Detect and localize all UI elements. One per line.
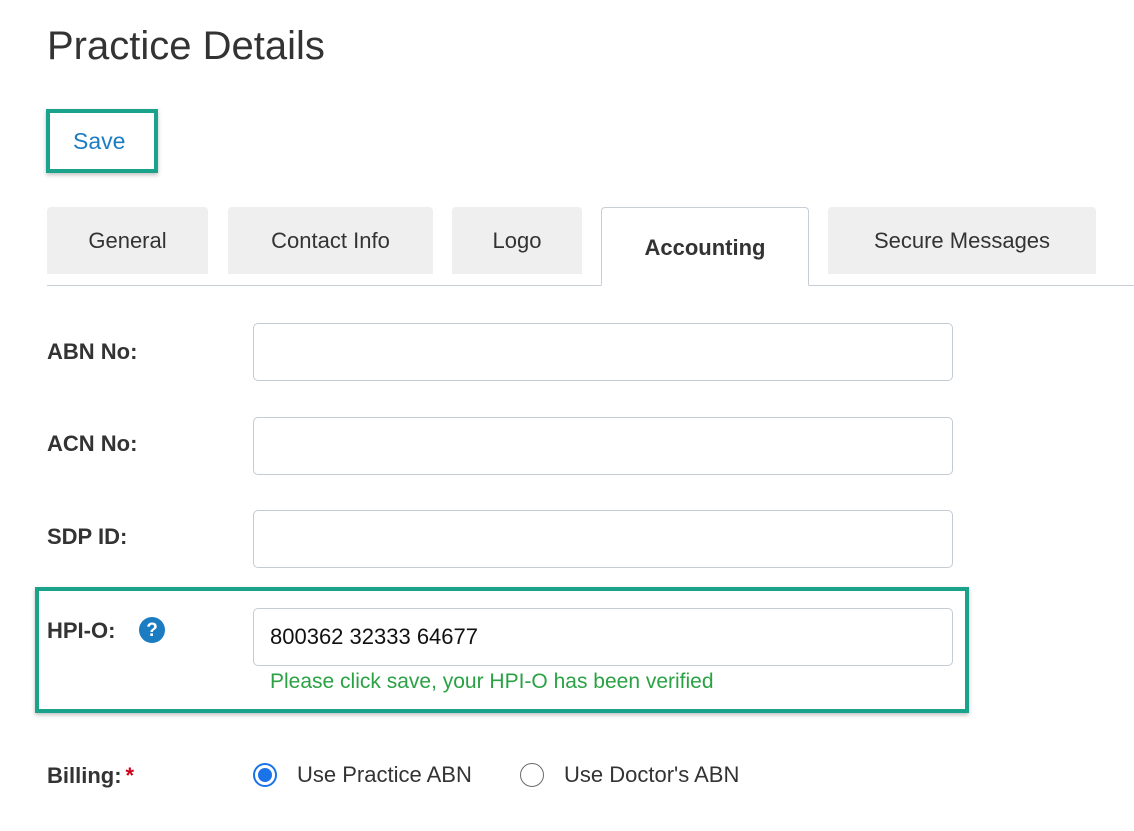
radio-label-practice-abn: Use Practice ABN xyxy=(297,762,472,787)
abn-input[interactable] xyxy=(253,323,953,381)
practice-details-page: Practice Details Save General Contact In… xyxy=(0,0,1134,831)
tab-general[interactable]: General xyxy=(47,207,208,274)
hpio-input[interactable] xyxy=(253,608,953,666)
hpio-label: HPI-O: xyxy=(47,618,116,643)
radio-checked-icon[interactable] xyxy=(253,763,277,787)
required-marker: * xyxy=(125,763,135,788)
tab-bar-divider xyxy=(47,285,1134,286)
acn-label: ACN No: xyxy=(47,431,138,456)
tab-secure-messages[interactable]: Secure Messages xyxy=(828,207,1096,274)
page-title: Practice Details xyxy=(47,24,325,68)
tab-contact-info[interactable]: Contact Info xyxy=(228,207,433,274)
abn-label: ABN No: xyxy=(47,339,138,364)
radio-use-doctor-abn[interactable]: Use Doctor's ABN xyxy=(520,762,739,788)
billing-label-text: Billing: xyxy=(47,763,122,788)
hpio-verified-message: Please click save, your HPI-O has been v… xyxy=(270,670,714,693)
radio-dot xyxy=(258,768,272,782)
sdp-input[interactable] xyxy=(253,510,953,568)
radio-label-doctor-abn: Use Doctor's ABN xyxy=(564,762,740,787)
radio-use-practice-abn[interactable]: Use Practice ABN xyxy=(253,762,472,788)
save-button[interactable]: Save xyxy=(73,127,125,155)
tab-logo[interactable]: Logo xyxy=(452,207,582,274)
radio-unchecked-icon[interactable] xyxy=(520,763,544,787)
acn-input[interactable] xyxy=(253,417,953,475)
billing-label: Billing: * xyxy=(47,763,134,789)
sdp-label: SDP ID: xyxy=(47,524,128,549)
question-circle-icon[interactable]: ? xyxy=(139,617,165,643)
tab-accounting[interactable]: Accounting xyxy=(601,207,809,286)
